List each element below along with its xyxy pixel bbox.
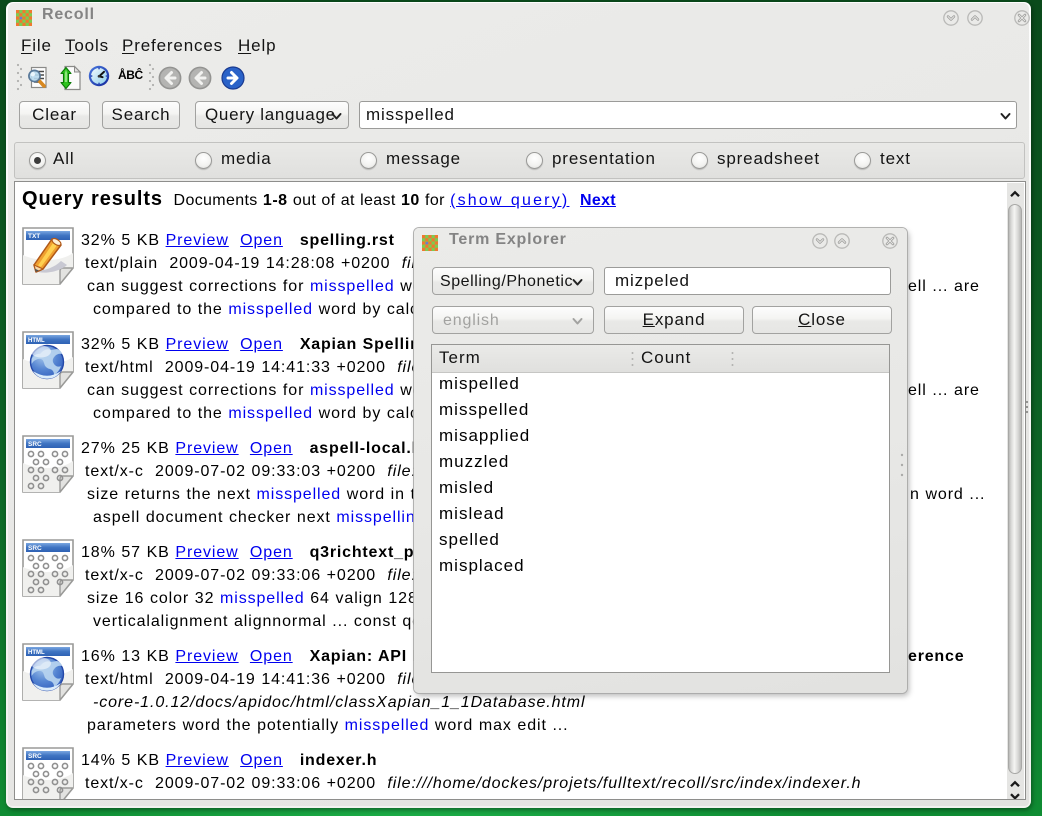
svg-text:SRC: SRC [28, 753, 42, 760]
svg-text:TXT: TXT [28, 233, 40, 240]
svg-text:HTML: HTML [28, 650, 45, 656]
svg-text:SRC: SRC [28, 545, 42, 552]
svg-text:HTML: HTML [28, 338, 45, 344]
svg-text:SRC: SRC [28, 441, 42, 448]
